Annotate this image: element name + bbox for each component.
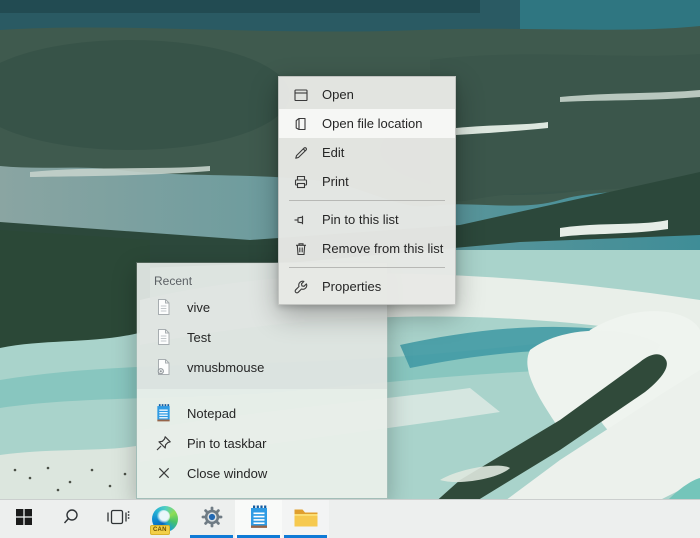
notepad-icon	[248, 504, 270, 535]
taskbar-settings-button[interactable]	[188, 500, 235, 538]
context-item-label: Edit	[322, 145, 344, 160]
jumplist-item-vmusbmouse[interactable]: vmusbmouse	[137, 352, 387, 382]
context-item-properties[interactable]: Properties	[279, 272, 455, 301]
jumplist-item-label: vive	[187, 300, 210, 315]
text-document-icon	[155, 328, 172, 346]
trash-icon	[292, 241, 309, 257]
context-item-label: Properties	[322, 279, 381, 294]
context-item-remove-from-this-list[interactable]: Remove from this list	[279, 234, 455, 263]
context-item-open-file-location[interactable]: Open file location	[279, 109, 455, 138]
jumplist-task-notepad[interactable]: Notepad	[137, 398, 387, 428]
context-item-pin-to-this-list[interactable]: Pin to this list	[279, 205, 455, 234]
edge-canary-badge: CAN	[150, 525, 170, 535]
open-window-icon	[292, 87, 309, 103]
context-item-label: Open file location	[322, 116, 422, 131]
jump-list-tasks-section: Notepad Pin to taskbar Close window	[137, 389, 387, 498]
menu-separator	[289, 267, 445, 268]
jumplist-task-label: Close window	[187, 466, 267, 481]
taskbar-task-view-button[interactable]	[94, 500, 141, 538]
close-icon	[155, 466, 172, 480]
jumplist-task-close-window[interactable]: Close window	[137, 458, 387, 488]
context-item-label: Pin to this list	[322, 212, 399, 227]
system-document-icon	[155, 358, 172, 376]
context-item-label: Remove from this list	[322, 241, 443, 256]
jumplist-task-label: Notepad	[187, 406, 236, 421]
printer-icon	[292, 174, 309, 190]
notepad-icon	[155, 403, 172, 423]
menu-separator	[289, 200, 445, 201]
windows-start-icon	[16, 509, 32, 530]
context-item-print[interactable]: Print	[279, 167, 455, 196]
task-view-icon	[105, 508, 130, 531]
jumplist-task-pin-to-taskbar[interactable]: Pin to taskbar	[137, 428, 387, 458]
search-icon	[62, 508, 80, 531]
jumplist-item-label: vmusbmouse	[187, 360, 264, 375]
pin-outline-icon	[155, 435, 172, 452]
file-location-icon	[292, 116, 309, 132]
taskbar-start-button[interactable]	[0, 500, 47, 538]
taskbar-notepad-button[interactable]	[235, 500, 282, 538]
taskbar-edge-button[interactable]: CAN	[141, 500, 188, 538]
jump-list-context-menu: Open Open file location Edit	[278, 76, 456, 305]
context-item-label: Open	[322, 87, 354, 102]
jumplist-item-label: Test	[187, 330, 211, 345]
jumplist-item-test[interactable]: Test	[137, 322, 387, 352]
context-item-label: Print	[322, 174, 349, 189]
context-item-edit[interactable]: Edit	[279, 138, 455, 167]
wrench-icon	[292, 279, 309, 295]
settings-gear-icon	[200, 505, 224, 534]
text-document-icon	[155, 298, 172, 316]
taskbar: CAN	[0, 499, 700, 538]
taskbar-explorer-button[interactable]	[282, 500, 329, 538]
context-item-open[interactable]: Open	[279, 80, 455, 109]
file-explorer-icon	[293, 506, 319, 533]
pencil-icon	[292, 145, 309, 161]
jumplist-task-label: Pin to taskbar	[187, 436, 267, 451]
taskbar-search-button[interactable]	[47, 500, 94, 538]
pin-horizontal-icon	[292, 212, 309, 228]
desktop: Recent vive Test	[0, 0, 700, 538]
